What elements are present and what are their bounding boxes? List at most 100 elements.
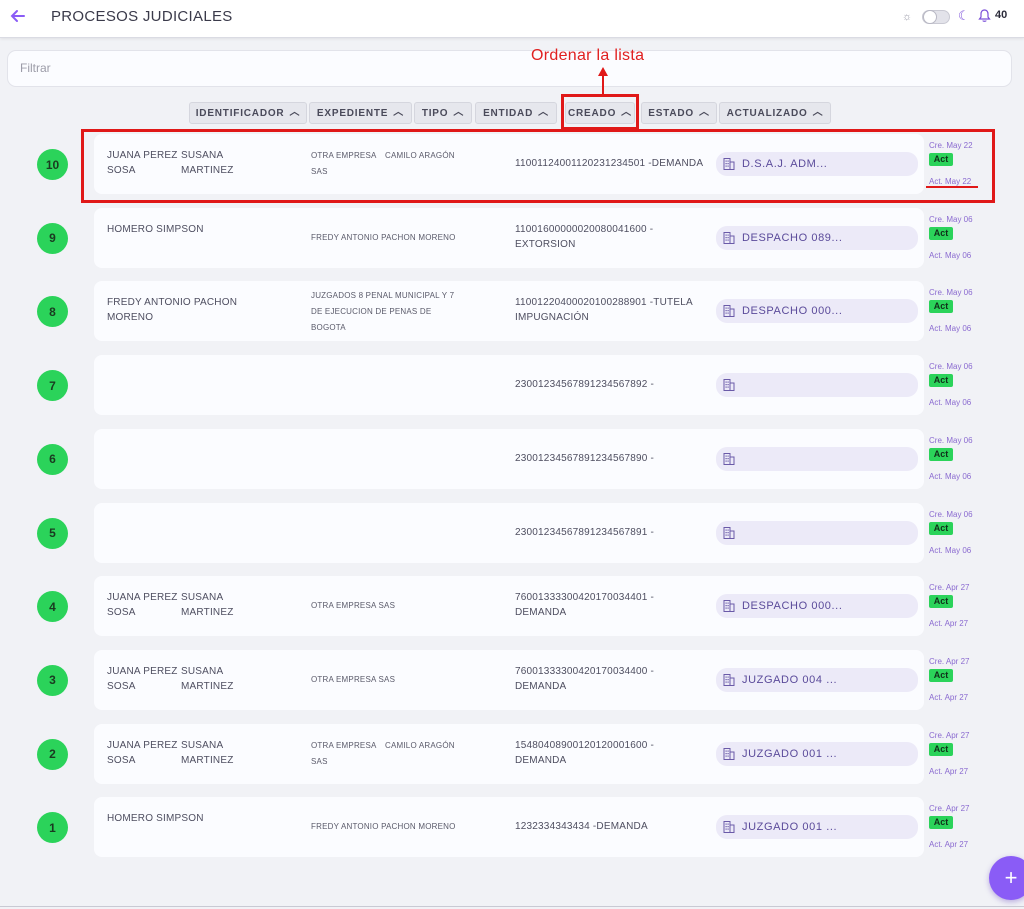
party-a-line1: JUANA PEREZ <box>107 739 178 751</box>
entity-pill[interactable]: JUZGADO 004 ... <box>716 667 918 692</box>
created-date: Cre. Apr 27 <box>929 730 970 740</box>
entity-pill[interactable]: JUZGADO 001 ... <box>716 741 918 766</box>
party-a-line1: JUANA PEREZ <box>107 592 178 604</box>
filter-box <box>7 50 1012 87</box>
add-process-button[interactable]: + <box>989 856 1024 900</box>
party-a-line2: SOSA <box>107 680 136 692</box>
row-number-badge: 6 <box>37 443 68 475</box>
entity-pill[interactable]: DESPACHO 089... <box>716 225 918 250</box>
annotation-arrow <box>598 67 608 96</box>
row-highlight-box <box>81 129 995 203</box>
row-number-badge: 9 <box>37 222 68 254</box>
status-badge: Act <box>929 447 953 461</box>
entity-name: DESPACHO 089... <box>742 231 843 244</box>
party-a-line1: HOMERO SIMPSON <box>107 813 204 825</box>
chevron-up-icon: ︿ <box>393 107 405 118</box>
status-badge: Act <box>929 595 953 609</box>
party-a-line1: JUANA PEREZ <box>107 665 178 677</box>
entity-pill[interactable] <box>716 446 918 471</box>
counterparty-line3: BOGOTA <box>311 323 346 333</box>
party-a-line1: HOMERO SIMPSON <box>107 223 204 235</box>
updated-date: Act. May 06 <box>929 471 972 481</box>
chevron-up-icon: ︿ <box>812 107 824 118</box>
chevron-up-icon: ︿ <box>289 107 301 118</box>
arrow-left-icon[interactable] <box>8 6 28 26</box>
created-date: Cre. Apr 27 <box>929 656 970 666</box>
chevron-up-icon: ︿ <box>453 107 465 118</box>
row-number-badge: 4 <box>37 591 68 623</box>
sort-label: ENTIDAD <box>483 107 534 119</box>
created-date: Cre. May 06 <box>929 214 973 224</box>
row-number-badge: 3 <box>37 664 68 696</box>
updated-date: Act. Apr 27 <box>929 840 969 850</box>
status-badge: Act <box>929 374 953 388</box>
entity-name: JUZGADO 001 ... <box>742 747 838 760</box>
sun-icon: ☼ <box>902 11 913 23</box>
row-number-badge: 7 <box>37 370 68 402</box>
expediente-line1: 15480408900120120001600 - <box>515 739 655 751</box>
expediente-line1: 11001220400020100288901 -TUTELA <box>515 297 693 309</box>
created-date: Cre. May 06 <box>929 509 973 519</box>
building-icon <box>722 304 736 318</box>
building-icon <box>722 599 736 613</box>
entity-pill[interactable] <box>716 520 918 545</box>
building-icon <box>722 526 736 540</box>
expediente-line2: IMPUGNACIÓN <box>515 312 589 324</box>
bell-icon[interactable] <box>978 9 991 26</box>
toggle-knob <box>923 10 937 24</box>
row-number-badge: 5 <box>37 517 68 549</box>
updated-date: Act. Apr 27 <box>929 692 969 702</box>
entity-pill[interactable]: DESPACHO 000... <box>716 299 918 324</box>
chevron-up-icon: ︿ <box>538 107 549 118</box>
expediente-line2: EXTORSION <box>515 238 576 250</box>
entity-pill[interactable]: DESPACHO 000... <box>716 594 918 619</box>
party-a-line2: MORENO <box>107 312 154 324</box>
expediente-line2: DEMANDA <box>515 754 567 766</box>
sort-expediente-button[interactable]: EXPEDIENTE ︿ <box>309 102 412 124</box>
sort-entidad-button[interactable]: ENTIDAD ︿ <box>475 102 557 124</box>
status-badge: Act <box>929 816 953 830</box>
sort-estado-button[interactable]: ESTADO ︿ <box>641 102 717 124</box>
row-number-badge: 2 <box>37 738 68 770</box>
updated-date: Act. Apr 27 <box>929 619 969 629</box>
filter-input[interactable] <box>20 61 920 75</box>
updated-date: Act. Apr 27 <box>929 766 969 776</box>
party-b-line2: MARTINEZ <box>181 754 234 766</box>
building-icon <box>722 747 736 761</box>
chevron-up-icon: ︿ <box>698 107 710 118</box>
expediente-line1: 11001600000020080041600 - <box>515 223 654 235</box>
notification-count: 40 <box>995 9 1008 21</box>
party-b-line1: SUSANA <box>181 592 224 604</box>
sort-tipo-button[interactable]: TIPO ︿ <box>414 102 472 124</box>
entity-pill[interactable]: JUZGADO 001 ... <box>716 815 918 840</box>
created-date: Cre. Apr 27 <box>929 804 970 814</box>
sort-label: IDENTIFICADOR <box>195 107 285 119</box>
updated-date: Act. May 06 <box>929 545 972 555</box>
party-a-line2: SOSA <box>107 607 136 619</box>
entity-pill[interactable] <box>716 373 918 398</box>
created-date: Cre. May 06 <box>929 435 973 445</box>
party-a-line2: SOSA <box>107 754 136 766</box>
expediente-line2: DEMANDA <box>515 680 567 692</box>
sort-actualizado-button[interactable]: ACTUALIZADO ︿ <box>719 102 831 124</box>
updated-underline <box>926 186 978 188</box>
row-number-badge: 8 <box>37 296 68 328</box>
counterparty-line1: JUZGADOS 8 PENAL MUNICIPAL Y 7 <box>311 291 455 301</box>
expediente-line1: 23001234567891234567890 - <box>515 452 655 464</box>
created-date: Cre. May 06 <box>929 288 973 298</box>
status-badge: Act <box>929 668 953 682</box>
status-badge: Act <box>929 300 953 314</box>
sort-highlight-box <box>561 94 639 130</box>
party-b-line2: MARTINEZ <box>181 680 234 692</box>
moon-icon: ☾ <box>958 8 970 23</box>
party-b-line1: SUSANA <box>181 739 224 751</box>
theme-toggle[interactable] <box>922 10 950 24</box>
updated-date: Act. May 06 <box>929 250 972 260</box>
building-icon <box>722 673 736 687</box>
expediente-line1: 230012345678912345678​92 - <box>515 379 655 391</box>
entity-name: DESPACHO 000... <box>742 600 843 613</box>
expediente-line2: DEMANDA <box>515 607 567 619</box>
sort-identificador-button[interactable]: IDENTIFICADOR ︿ <box>189 102 307 124</box>
plus-icon: + <box>1004 865 1018 890</box>
counterparty-line1: OTRA EMPRESA SAS <box>311 674 396 684</box>
